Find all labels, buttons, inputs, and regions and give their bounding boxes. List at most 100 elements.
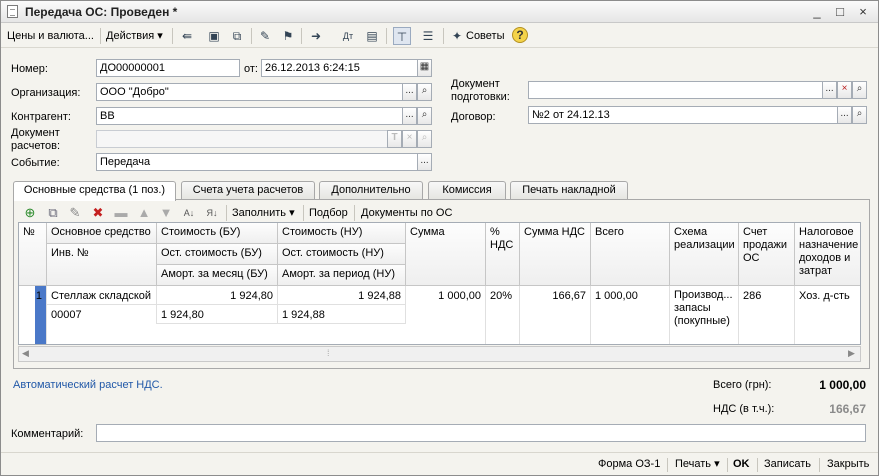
settlement-doc-field[interactable]	[96, 130, 388, 148]
copy-row-icon[interactable]: ⧉	[44, 204, 62, 222]
scroll-right-icon[interactable]: ▶	[848, 348, 855, 359]
contractor-open-icon[interactable]: ⌕	[417, 107, 432, 125]
select-button[interactable]: Подбор	[309, 204, 348, 222]
tab-settlement-accounts[interactable]: Счета учета расчетов	[181, 181, 315, 200]
cell-cost-nu[interactable]: 1 924,88	[278, 286, 406, 305]
help-icon[interactable]: ?	[512, 27, 528, 43]
cell-rest-bu[interactable]: 1 924,80	[157, 305, 278, 324]
close-window-button[interactable]: ×	[855, 4, 871, 20]
col-header-rest-nu[interactable]: Ост. стоимость (НУ)	[278, 244, 406, 265]
prices-currency-button[interactable]: Цены и валюта...	[7, 27, 94, 45]
organization-select-button[interactable]: ...	[402, 83, 417, 101]
fixed-assets-table[interactable]: № Основное средство Инв. № Стоимость (БУ…	[18, 222, 861, 345]
contract-field[interactable]: №2 от 24.12.13	[528, 106, 838, 124]
advice-button[interactable]: Советы	[466, 27, 504, 45]
prep-doc-open-icon[interactable]: ⌕	[852, 81, 867, 99]
calendar-icon[interactable]: ▦	[417, 59, 432, 77]
settlement-doc-open-icon[interactable]: ⌕	[417, 130, 432, 148]
tab-commission[interactable]: Комиссия	[428, 181, 506, 200]
col-header-asset[interactable]: Основное средство	[47, 223, 157, 244]
col-header-vat-sum[interactable]: Сумма НДС	[520, 223, 591, 286]
end-edit-icon[interactable]: ▬	[112, 204, 130, 222]
fill-menu-button[interactable]: Заполнить ▾	[232, 204, 295, 222]
structure-icon[interactable]: ⚑	[279, 27, 297, 45]
actions-menu-button[interactable]: Действия ▾	[106, 27, 163, 45]
event-select-button[interactable]: ...	[417, 153, 432, 171]
copy-document-icon[interactable]: ⧉	[228, 27, 246, 45]
save-button[interactable]: Записать	[764, 457, 811, 471]
col-header-num[interactable]: №	[19, 223, 47, 286]
col-header-cost-nu[interactable]: Стоимость (НУ)	[278, 223, 406, 244]
post-and-close-icon[interactable]: ⇚	[178, 27, 196, 45]
edit-row-icon[interactable]: ✎	[66, 204, 84, 222]
tab-additional[interactable]: Дополнительно	[319, 181, 423, 200]
close-button[interactable]: Закрыть	[827, 457, 869, 471]
clear-icon[interactable]: ×	[402, 130, 417, 148]
move-down-icon[interactable]: ▼	[157, 204, 175, 222]
scroll-thumb-grip-icon[interactable]: ⁞	[327, 348, 330, 358]
cell-rest-nu[interactable]: 1 924,88	[278, 305, 406, 324]
col-header-inv[interactable]: Инв. №	[47, 244, 157, 286]
move-up-icon[interactable]: ▲	[135, 204, 153, 222]
list-view-icon[interactable]: ☰	[419, 27, 437, 45]
cell-vat-pct[interactable]: 20%	[486, 286, 520, 344]
dt-kt-icon[interactable]: Дт	[339, 27, 357, 45]
cell-vat-sum[interactable]: 166,67	[520, 286, 591, 344]
os-documents-button[interactable]: Документы по ОС	[361, 204, 452, 222]
minimize-button[interactable]: _	[809, 4, 825, 20]
contractor-select-button[interactable]: ...	[402, 107, 417, 125]
scroll-left-icon[interactable]: ◀	[22, 348, 29, 359]
movements-icon[interactable]: ✎	[256, 27, 274, 45]
tab-print-invoice[interactable]: Печать накладной	[510, 181, 628, 200]
organization-field[interactable]: ООО "Добро"	[96, 83, 403, 101]
table-row[interactable]: 1	[19, 286, 47, 344]
add-row-icon[interactable]: ⊕	[21, 204, 39, 222]
cell-asset[interactable]: Стеллаж складской	[47, 286, 157, 305]
event-field[interactable]: Передача	[96, 153, 418, 171]
tree-view-icon[interactable]: ⊤	[393, 27, 411, 45]
col-header-cost-bu[interactable]: Стоимость (БУ)	[157, 223, 278, 244]
cell-sum[interactable]: 1 000,00	[406, 286, 486, 344]
col-header-vat-pct[interactable]: % НДС	[486, 223, 520, 286]
organization-open-icon[interactable]: ⌕	[417, 83, 432, 101]
bottom-divider	[667, 458, 668, 472]
prep-doc-select-button[interactable]: ...	[822, 81, 837, 99]
based-on-icon[interactable]: ➜	[307, 27, 325, 45]
col-header-scheme[interactable]: Схема реализации	[670, 223, 739, 286]
sort-desc-icon[interactable]: Я↓	[203, 204, 221, 222]
post-icon[interactable]: ▣	[205, 27, 223, 45]
cell-cost-bu[interactable]: 1 924,80	[157, 286, 278, 305]
comment-field[interactable]	[96, 424, 866, 442]
auto-vat-link[interactable]: Автоматический расчет НДС.	[13, 379, 163, 391]
ok-button[interactable]: OK	[733, 457, 750, 471]
col-header-amort-bu[interactable]: Аморт. за месяц (БУ)	[157, 265, 278, 286]
horizontal-scrollbar[interactable]: ◀ ⁞ ▶	[18, 346, 861, 362]
cell-scheme[interactable]: Производ... запасы (покупные)	[670, 286, 739, 344]
advice-icon[interactable]: ✦	[448, 27, 466, 45]
cell-total[interactable]: 1 000,00	[591, 286, 670, 344]
delete-row-icon[interactable]: ✖	[89, 204, 107, 222]
prep-doc-clear-icon[interactable]: ×	[837, 81, 852, 99]
col-header-rest-bu[interactable]: Ост. стоимость (БУ)	[157, 244, 278, 265]
maximize-button[interactable]: □	[832, 4, 848, 20]
col-header-total[interactable]: Всего	[591, 223, 670, 286]
cell-tax-purpose[interactable]: Хоз. д-сть	[795, 286, 860, 344]
col-header-amort-nu[interactable]: Аморт. за период (НУ)	[278, 265, 406, 286]
contractor-field[interactable]: ВВ	[96, 107, 403, 125]
cell-sale-account[interactable]: 286	[739, 286, 795, 344]
tab-fixed-assets[interactable]: Основные средства (1 поз.)	[13, 181, 176, 201]
col-header-tax-purpose[interactable]: Налоговое назначение доходов и затрат	[795, 223, 860, 286]
prep-doc-field[interactable]	[528, 81, 823, 99]
col-header-sum[interactable]: Сумма	[406, 223, 486, 286]
col-header-sale-account[interactable]: Счет продажи ОС	[739, 223, 795, 286]
contract-select-button[interactable]: ...	[837, 106, 852, 124]
number-field[interactable]: ДО00000001	[96, 59, 240, 77]
report-icon[interactable]: ▤	[363, 27, 381, 45]
sort-asc-icon[interactable]: A↓	[180, 204, 198, 222]
contract-open-icon[interactable]: ⌕	[852, 106, 867, 124]
date-field[interactable]: 26.12.2013 6:24:15	[261, 59, 418, 77]
cell-inv[interactable]: 00007	[47, 305, 157, 324]
type-select-icon[interactable]: T	[387, 130, 402, 148]
print-menu-button[interactable]: Печать ▾	[675, 457, 720, 471]
form-o3-button[interactable]: Форма ОЗ-1	[598, 457, 660, 471]
